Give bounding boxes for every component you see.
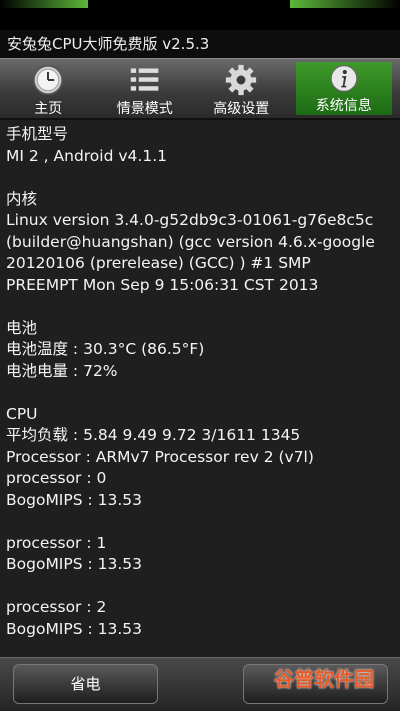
list-icon [130, 68, 159, 91]
tab-home[interactable]: 主页 [0, 59, 97, 118]
kernel-heading: 内核 [6, 189, 38, 208]
kernel-line: Linux version 3.4.0-g52db9c3-01061-g76e8… [6, 211, 374, 229]
tab-bar: 主页 情景模式 高级设置 系统信息 [0, 58, 400, 120]
cpu-bogomips: BogoMIPS : 13.53 [6, 555, 143, 573]
kernel-line: 20120106 (prerelease) (GCC) ) #1 SMP [6, 254, 311, 272]
system-info-panel: 手机型号 MI 2 , Android v4.1.1 内核 Linux vers… [0, 120, 400, 657]
battery-temperature: 电池温度 : 30.3°C (86.5°F) [6, 340, 205, 358]
tab-label: 情景模式 [116, 101, 173, 117]
status-bar [0, 0, 400, 30]
cpu-bogomips: BogoMIPS : 13.53 [6, 619, 143, 638]
battery-level: 电池电量 : 72% [6, 361, 118, 380]
cpu-processor-index: processor : 2 [6, 598, 107, 616]
status-bar-highlight [290, 0, 400, 8]
model-value: MI 2 , Android v4.1.1 [6, 146, 167, 165]
cpu-processor-model: Processor : ARMv7 Processor rev 2 (v7l) [6, 447, 314, 466]
app-title: 安兔兔CPU大师免费版 v2.5.3 [0, 30, 400, 58]
cpu-processor-index: processor : 0 [6, 469, 107, 487]
tab-label: 主页 [34, 101, 63, 117]
tab-label: 高级设置 [213, 101, 270, 117]
tab-system-info[interactable]: 系统信息 [295, 62, 392, 115]
kernel-line: (builder@huangshan) (gcc version 4.6.x-g… [6, 232, 375, 251]
cpu-processor-index: processor : 1 [6, 533, 107, 552]
model-heading: 手机型号 [6, 125, 69, 143]
cpu-heading: CPU [6, 404, 38, 423]
cpu-load-average: 平均负载 : 5.84 9.49 9.72 3/1611 1345 [6, 426, 301, 444]
power-save-button[interactable]: 省电 [13, 664, 158, 704]
battery-heading: 电池 [6, 318, 38, 337]
gear-icon [226, 64, 257, 96]
status-bar-highlight [0, 0, 88, 8]
tab-scenarios[interactable]: 情景模式 [97, 59, 194, 118]
info-icon [330, 65, 358, 92]
watermark-logo: 谷普软件园 [274, 667, 374, 691]
kernel-line: PREEMPT Mon Sep 9 15:06:31 CST 2013 [6, 275, 319, 294]
clock-icon [33, 64, 64, 96]
tab-advanced-settings[interactable]: 高级设置 [193, 59, 290, 118]
cpu-bogomips: BogoMIPS : 13.53 [6, 490, 143, 509]
tab-label: 系统信息 [315, 98, 372, 114]
